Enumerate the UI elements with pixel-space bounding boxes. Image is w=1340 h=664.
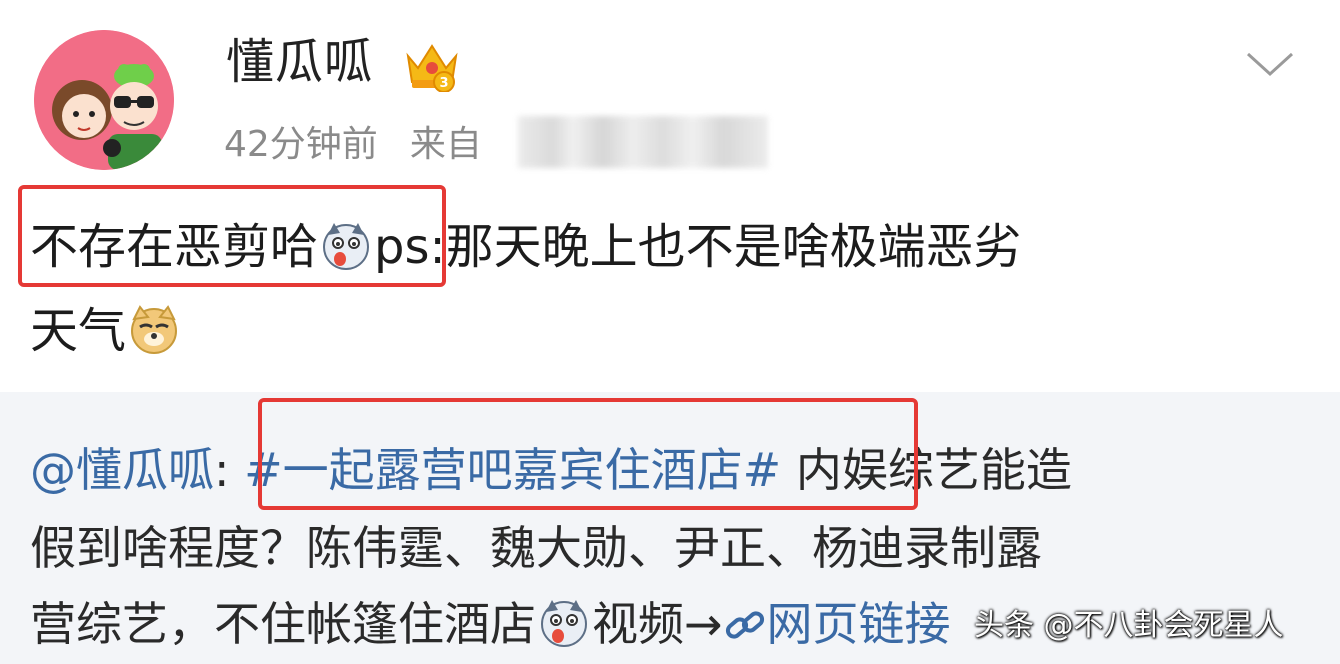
cartoon-couple-avatar: [34, 30, 174, 170]
username[interactable]: 懂瓜呱: [226, 30, 373, 94]
highlight-box-post: [18, 185, 446, 287]
mention-link[interactable]: @懂瓜呱: [30, 443, 214, 497]
repost-line-3: 营综艺，不住帐篷住酒店 视频→ 网页链接: [30, 592, 951, 664]
highlight-box-hashtag: [258, 398, 918, 510]
doge-emoji-icon: [126, 305, 182, 372]
watermark: 头条 @不八卦会死星人: [974, 608, 1284, 643]
svg-text:3: 3: [439, 76, 448, 91]
mention-colon: :: [214, 443, 230, 497]
repost-line-3-after-emoji: 视频→: [592, 597, 723, 651]
post-text-rest: ps:那天晚上也不是啥极端恶劣: [374, 219, 1022, 275]
post-text-line-2-text: 天气: [30, 303, 127, 359]
repost-line-2: 假到啥程度？陈伟霆、魏大勋、尹正、杨迪录制露: [30, 521, 1042, 575]
chevron-down-icon[interactable]: [1240, 40, 1300, 84]
link-icon: [723, 597, 767, 651]
avatar[interactable]: [34, 30, 174, 170]
web-link[interactable]: 网页链接: [767, 597, 951, 651]
husky-emoji-icon: [536, 598, 592, 664]
blurred-source: [518, 116, 768, 168]
repost-line-3-text: 营综艺，不住帐篷住酒店: [30, 597, 536, 651]
crown-badge-icon: 3: [406, 44, 458, 92]
post-meta: 42分钟前 来自: [224, 120, 482, 170]
post-time: 42分钟前: [224, 124, 378, 165]
source-prefix: 来自: [409, 124, 482, 165]
post-text-line-2: 天气: [30, 298, 182, 372]
